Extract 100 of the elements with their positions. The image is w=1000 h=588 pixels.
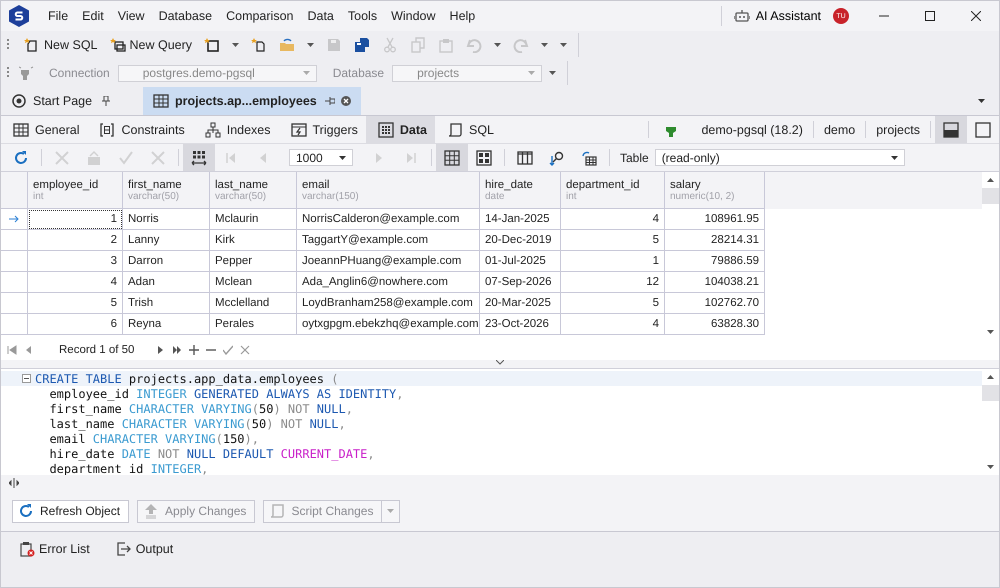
column-header[interactable]: last_name varchar(50) bbox=[210, 172, 297, 209]
table-cell[interactable]: Darron bbox=[123, 251, 210, 272]
split-handle-icon[interactable] bbox=[9, 478, 19, 488]
table-cell[interactable]: JoeannPHuang@example.com bbox=[297, 251, 480, 272]
scrollbar-thumb[interactable] bbox=[982, 188, 999, 204]
tab-label: SQL bbox=[468, 122, 494, 136]
table-cell[interactable]: 14-Jan-2025 bbox=[480, 209, 561, 230]
scrollbar-thumb[interactable] bbox=[982, 385, 999, 401]
table-cell[interactable]: 5 bbox=[561, 293, 665, 314]
table-cell[interactable]: 12 bbox=[561, 272, 665, 293]
editor-tab[interactable]: Triggers bbox=[278, 116, 366, 143]
scroll-down-icon[interactable] bbox=[987, 465, 994, 469]
menu-item[interactable]: Data bbox=[300, 9, 341, 23]
pin-icon[interactable] bbox=[101, 96, 111, 106]
editor-tab[interactable]: General bbox=[1, 116, 88, 143]
table-cell[interactable]: Mclean bbox=[210, 272, 297, 293]
column-header[interactable]: employee_id int bbox=[28, 172, 123, 209]
table-cell[interactable]: 4 bbox=[28, 272, 123, 293]
action-button[interactable]: Refresh Object bbox=[12, 500, 130, 522]
table-cell[interactable]: Lanny bbox=[123, 230, 210, 251]
menu-item[interactable]: File bbox=[41, 9, 76, 23]
column-header[interactable]: first_name varchar(50) bbox=[123, 172, 210, 209]
table-cell[interactable]: Pepper bbox=[210, 251, 297, 272]
menu-item[interactable]: Help bbox=[442, 9, 482, 23]
table-cell[interactable]: Ada_Anglin6@nowhere.com bbox=[297, 272, 480, 293]
table-cell[interactable]: 20-Dec-2019 bbox=[480, 230, 561, 251]
table-cell[interactable]: 5 bbox=[561, 230, 665, 251]
caret-icon[interactable] bbox=[978, 99, 985, 103]
menu-item[interactable]: Window bbox=[384, 9, 443, 23]
pin-icon[interactable] bbox=[325, 96, 335, 106]
table-cell[interactable]: TaggartY@example.com bbox=[297, 230, 480, 251]
editor-tab[interactable]: SQL bbox=[434, 116, 502, 143]
table-cell[interactable]: 4 bbox=[561, 209, 665, 230]
table-dropdown[interactable]: (read-only) bbox=[654, 149, 905, 166]
editor-tab[interactable]: Constraints bbox=[87, 116, 193, 143]
toolbar-button[interactable] bbox=[183, 144, 215, 171]
close-icon[interactable] bbox=[341, 96, 351, 106]
table-cell[interactable]: 23-Oct-2026 bbox=[480, 314, 561, 335]
table-cell[interactable]: 102762.70 bbox=[665, 293, 765, 314]
row-header[interactable] bbox=[1, 209, 28, 230]
table-cell[interactable]: Norris bbox=[123, 209, 210, 230]
column-header[interactable]: email varchar(150) bbox=[297, 172, 480, 209]
table-cell[interactable]: 5 bbox=[28, 293, 123, 314]
table-cell[interactable]: Mcclelland bbox=[210, 293, 297, 314]
column-header[interactable]: department_id int bbox=[561, 172, 665, 209]
editor-tab[interactable]: Indexes bbox=[192, 116, 278, 143]
scroll-up-icon[interactable] bbox=[987, 375, 994, 379]
table-cell[interactable]: 1 bbox=[561, 251, 665, 272]
document-tab[interactable]: Start Page bbox=[1, 87, 121, 115]
menu-item[interactable]: View bbox=[110, 9, 152, 23]
table-cell[interactable]: 6 bbox=[28, 314, 123, 335]
page-size-dropdown[interactable]: 1000 bbox=[289, 149, 353, 166]
chevron-icon[interactable] bbox=[496, 360, 504, 365]
ai-assistant-button[interactable]: AI Assistant bbox=[726, 8, 829, 24]
menu-item[interactable]: Edit bbox=[75, 9, 111, 23]
table-cell[interactable]: Trish bbox=[123, 293, 210, 314]
table-cell[interactable]: oytxgpgm.ebekzhq@example.com bbox=[297, 314, 480, 335]
table-cell[interactable]: NorrisCalderon@example.com bbox=[297, 209, 480, 230]
column-header[interactable]: hire_date date bbox=[480, 172, 561, 209]
table-cell[interactable]: 63828.30 bbox=[665, 314, 765, 335]
collapse-icon[interactable] bbox=[22, 374, 31, 383]
toolbar-button[interactable]: New Query bbox=[104, 34, 198, 56]
cancel-icon[interactable] bbox=[240, 345, 250, 355]
table-cell[interactable]: 01-Jul-2025 bbox=[480, 251, 561, 272]
panel-tab[interactable]: Error List bbox=[19, 541, 90, 557]
menu-item[interactable]: Comparison bbox=[219, 9, 300, 23]
table-cell[interactable]: 79886.59 bbox=[665, 251, 765, 272]
table-cell[interactable]: Kirk bbox=[210, 230, 297, 251]
document-tab[interactable]: projects.ap...employees bbox=[143, 87, 361, 115]
grid-resize-icon bbox=[191, 150, 207, 166]
table-cell[interactable]: Reyna bbox=[123, 314, 210, 335]
scroll-down-icon[interactable] bbox=[987, 330, 994, 334]
menu-item[interactable]: Database bbox=[152, 9, 220, 23]
check-icon[interactable] bbox=[223, 345, 234, 355]
table-cell[interactable]: 4 bbox=[561, 314, 665, 335]
table-cell[interactable]: Mclaurin bbox=[210, 209, 297, 230]
table-cell[interactable]: 28214.31 bbox=[665, 230, 765, 251]
previous-record-icon[interactable] bbox=[24, 345, 34, 355]
next-record-icon[interactable] bbox=[155, 345, 166, 355]
table-cell[interactable]: LoydBranham258@example.com bbox=[297, 293, 480, 314]
table-cell[interactable]: 07-Sep-2026 bbox=[480, 272, 561, 293]
menu-item[interactable]: Tools bbox=[340, 9, 384, 23]
table-cell[interactable]: Adan bbox=[123, 272, 210, 293]
table-cell[interactable]: 2 bbox=[28, 230, 123, 251]
table-cell[interactable]: 104038.21 bbox=[665, 272, 765, 293]
table-cell[interactable]: 1 bbox=[28, 209, 123, 230]
editor-tab[interactable]: Data bbox=[366, 116, 435, 143]
toolbar-button[interactable]: New SQL bbox=[19, 34, 102, 56]
scroll-up-icon[interactable] bbox=[987, 178, 994, 182]
toolbar-button[interactable] bbox=[436, 144, 468, 171]
table-cell[interactable]: 20-Mar-2025 bbox=[480, 293, 561, 314]
table-cell[interactable]: Perales bbox=[210, 314, 297, 335]
column-header[interactable]: salary numeric(10, 2) bbox=[665, 172, 765, 209]
table-cell[interactable]: 3 bbox=[28, 251, 123, 272]
layout-button[interactable] bbox=[935, 116, 967, 143]
first-record-icon[interactable] bbox=[7, 345, 17, 355]
add-icon[interactable] bbox=[189, 345, 200, 355]
panel-tab[interactable]: Output bbox=[116, 541, 174, 557]
table-cell[interactable]: 108961.95 bbox=[665, 209, 765, 230]
last-record-icon[interactable] bbox=[172, 345, 182, 355]
